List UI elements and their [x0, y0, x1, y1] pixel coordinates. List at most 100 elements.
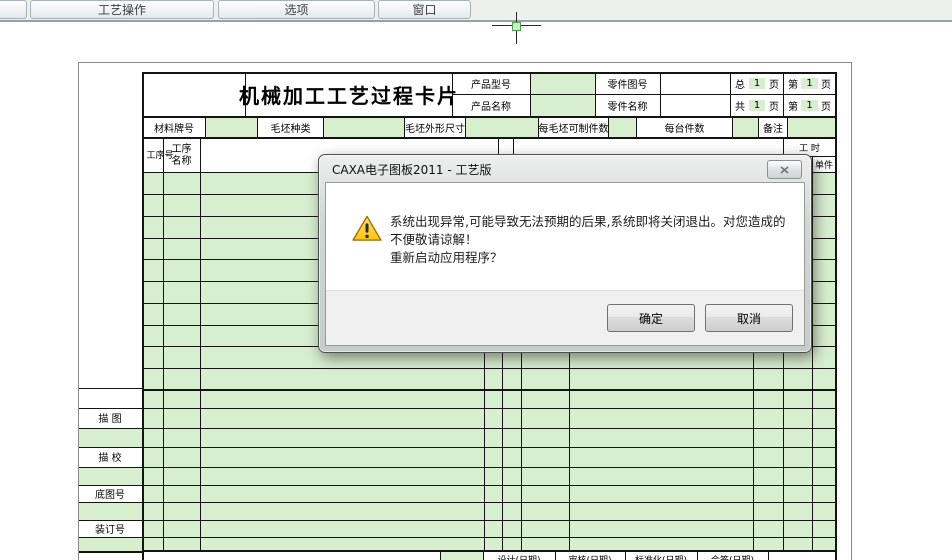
grid-line	[78, 428, 142, 429]
page-no-number: 1	[801, 77, 818, 89]
sheet-cell-fill	[531, 73, 595, 94]
ok-button[interactable]: 确定	[607, 304, 695, 332]
menu-tab-window[interactable]: 窗口	[378, 0, 471, 19]
sheet-cell-fill	[79, 429, 142, 447]
crosshair-pickbox	[512, 22, 521, 31]
countersign-date-label: 会签(日期)	[697, 553, 768, 560]
page-no-cell: 第 1 页	[784, 72, 835, 94]
grid-line	[513, 139, 514, 155]
dialog-message: 系统出现异常,可能导致无法预期的后果,系统即将关闭退出。对您造成的 不便敬请谅解…	[390, 213, 788, 267]
grid-line	[78, 388, 142, 389]
sheet-cell-fill	[733, 117, 758, 138]
grid-line	[143, 485, 836, 486]
grid-line	[142, 389, 836, 391]
shared-pages-prefix: 共	[735, 101, 745, 113]
sheet-cell-fill	[531, 95, 595, 116]
sheet-cell-fill	[466, 117, 538, 138]
op-name-header: 工序 名称	[163, 139, 200, 172]
pieces-per-unit-label: 每台件数	[664, 124, 705, 135]
grid-line	[163, 139, 164, 550]
part-no-label: 零件图号	[607, 79, 648, 91]
op-name-header-line2: 名称	[171, 155, 192, 167]
grid-line	[142, 550, 836, 552]
grid-line	[143, 447, 836, 448]
shared-pages-cell: 共 1 页	[731, 94, 783, 116]
warning-icon	[352, 215, 382, 241]
grid-line	[143, 467, 836, 468]
dialog-title: CAXA电子图板2011 - 工艺版	[332, 163, 492, 177]
total-pages-number: 1	[748, 77, 766, 89]
grid-line	[498, 139, 499, 155]
pieces-per-blank-label: 每毛坯可制件数	[538, 124, 609, 135]
close-button[interactable]	[767, 160, 802, 179]
page-no-suffix: 页	[821, 79, 831, 91]
product-name-label: 产品名称	[471, 101, 511, 113]
grid-line	[530, 72, 531, 116]
page-no2-prefix: 第	[788, 101, 798, 113]
grid-line	[812, 156, 813, 550]
menu-tab-label: 工艺操作	[97, 3, 146, 17]
sheet-cell-fill	[324, 117, 404, 138]
close-icon	[780, 165, 789, 174]
sheet-cell-fill	[609, 117, 636, 138]
op-no-header-text: 工序号	[146, 150, 174, 161]
dialog-body: 系统出现异常,可能导致无法预期的后果,系统即将关闭退出。对您造成的 不便敬请谅解…	[325, 182, 805, 346]
total-pages-suffix: 页	[769, 79, 779, 91]
error-dialog: CAXA电子图板2011 - 工艺版 系统出现异常,可能导致无法预期的后果,系统…	[318, 154, 812, 353]
menu-bar: 工艺操作 选项 窗口	[0, 0, 952, 21]
page-no-prefix: 第	[788, 79, 798, 91]
cancel-button[interactable]: 取消	[705, 304, 793, 332]
shared-pages-suffix: 页	[769, 101, 779, 113]
base-drawing-no-label: 底图号	[95, 490, 125, 501]
menu-tab-label: 窗口	[412, 3, 437, 17]
menu-tab-label: 选项	[284, 3, 309, 17]
product-model-label: 产品型号	[471, 79, 511, 91]
remarks-label: 备注	[763, 124, 783, 135]
grid-line	[440, 550, 441, 560]
total-pages-prefix: 总	[735, 79, 745, 91]
sheet-cell-fill	[206, 117, 257, 138]
material-grade-label: 材料牌号	[154, 124, 194, 135]
op-no-header: 工序号	[142, 139, 174, 172]
part-name-label: 零件名称	[607, 101, 648, 113]
card-title: 机械加工工艺过程卡片	[239, 83, 459, 108]
unit-time-header: 单件	[814, 160, 833, 171]
tracing-label: 描 图	[98, 414, 122, 425]
grid-line	[143, 368, 836, 369]
grid-line	[143, 408, 836, 409]
grid-line	[143, 520, 836, 521]
dialog-footer: 确定 取消	[326, 290, 804, 345]
blank-size-label: 毛坯外形尺寸	[405, 124, 465, 135]
review-date-label: 审核(日期)	[555, 553, 625, 560]
grid-line	[851, 62, 852, 560]
sheet-cell-fill	[440, 551, 483, 560]
grid-line	[660, 72, 661, 116]
shared-pages-number: 1	[748, 99, 766, 111]
sheet-cell-fill	[79, 503, 142, 520]
message-line: 重新启动应用程序？	[390, 250, 503, 265]
tracing-check-label: 描 校	[98, 453, 122, 464]
binding-no-label: 装订号	[95, 525, 125, 536]
sheet-cell-fill	[79, 538, 142, 551]
sheet-cell-fill	[79, 468, 142, 485]
menu-tab-process[interactable]: 工艺操作	[30, 0, 214, 19]
page-no2-suffix: 页	[821, 101, 831, 113]
standardization-date-label: 标准化(日期)	[625, 553, 697, 560]
op-name-header-line1: 工序	[171, 143, 192, 155]
grid-line	[143, 502, 836, 503]
grid-line	[78, 467, 142, 468]
grid-line	[200, 139, 201, 550]
total-pages-cell: 总 1 页	[731, 72, 783, 94]
grid-line	[768, 550, 769, 560]
grid-line	[143, 537, 836, 538]
grid-line	[78, 62, 851, 63]
grid-line	[78, 551, 142, 553]
page-no2-number: 1	[801, 99, 818, 111]
page-no2-cell: 第 1 页	[784, 94, 835, 116]
design-date-label: 设计(日期)	[483, 553, 555, 560]
app-window: 工艺操作 选项 窗口 机械加工工艺过程卡片 产品型号 产品名称 零件图号 零件名…	[0, 0, 952, 560]
menu-tab-options[interactable]: 选项	[218, 0, 375, 19]
message-line: 不便敬请谅解！	[390, 232, 478, 247]
menu-tab-partial[interactable]	[0, 0, 27, 19]
sheet-cell-fill	[788, 117, 835, 138]
